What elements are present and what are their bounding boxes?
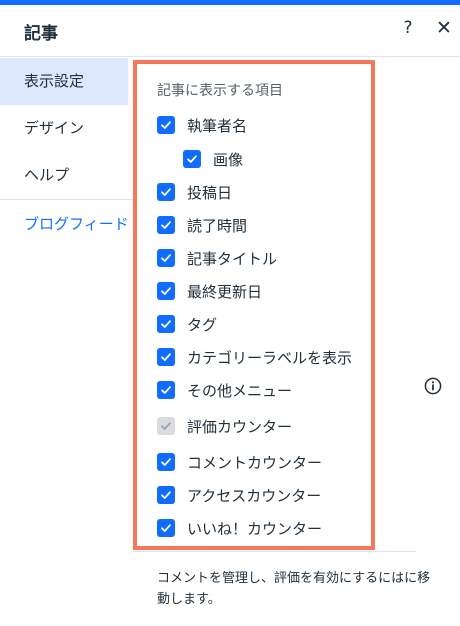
checkbox-checked[interactable] [157,486,175,504]
display-items-panel: 記事に表示する項目 執筆者名 画像 投稿日 読了時間 記事タイトル 最終更新日 … [133,60,375,550]
option-rating-counter: 評価カウンター [157,415,292,437]
option-label: タグ [187,315,218,334]
blog-feed-link[interactable]: ブログフィード [24,213,129,234]
close-button[interactable]: ✕ [434,17,454,41]
checkbox-checked[interactable] [157,183,175,201]
checkbox-checked[interactable] [157,348,175,366]
option-label: 執筆者名 [187,116,248,135]
option-label: カテゴリーラベルを表示 [187,348,353,367]
option-post-title[interactable]: 記事タイトル [157,247,277,269]
option-label: 画像 [213,150,244,169]
checkbox-checked[interactable] [183,150,201,168]
sidebar-item-design[interactable]: デザイン [0,105,128,152]
sidebar-item-help[interactable]: ヘルプ [0,152,128,199]
option-label: 投稿日 [187,183,233,202]
option-label: 記事タイトル [187,249,278,268]
option-last-updated[interactable]: 最終更新日 [157,280,262,302]
checkbox-checked[interactable] [157,315,175,333]
check-icon [161,188,171,196]
check-icon [161,458,171,466]
check-icon [161,422,171,430]
check-icon [161,386,171,394]
check-icon [161,221,171,229]
sidebar-item-display-settings[interactable]: 表示設定 [0,58,128,105]
checkbox-checked[interactable] [157,519,175,537]
option-label: 読了時間 [187,216,248,235]
option-more-menu[interactable]: その他メニュー [157,379,292,401]
sidebar-divider [0,199,135,200]
option-label: 評価カウンター [187,417,293,436]
footer-divider [133,551,416,552]
checkbox-checked[interactable] [157,249,175,267]
checkbox-checked[interactable] [157,453,175,471]
page-title: 記事 [24,24,58,44]
check-icon [161,353,171,361]
help-button[interactable]: ? [398,18,418,40]
option-reading-time[interactable]: 読了時間 [157,214,247,236]
checkbox-checked[interactable] [157,116,175,134]
option-publish-date[interactable]: 投稿日 [157,181,232,203]
option-comment-counter[interactable]: コメントカウンター [157,451,322,473]
checkbox-checked[interactable] [157,381,175,399]
footer-note: コメントを管理し、評価を有効にするにはに移動します。 [157,571,431,607]
option-label: いいね！カウンター [187,519,323,538]
checkbox-checked[interactable] [157,216,175,234]
checkbox-checked[interactable] [157,282,175,300]
option-image[interactable]: 画像 [183,148,243,170]
check-icon [187,155,197,163]
check-icon [161,121,171,129]
check-icon [161,320,171,328]
option-tags[interactable]: タグ [157,313,217,335]
section-heading: 記事に表示する項目 [157,83,283,99]
option-like-counter[interactable]: いいね！カウンター [157,517,322,539]
check-icon [161,254,171,262]
panel-header: 記事 ? ✕ [0,5,460,57]
option-label: コメントカウンター [187,453,323,472]
sidebar: 表示設定 デザイン ヘルプ [0,58,128,199]
check-icon [161,524,171,532]
check-icon [161,491,171,499]
checkbox-disabled [157,417,175,435]
info-icon[interactable] [424,377,442,395]
option-label: 最終更新日 [187,282,263,301]
option-label: アクセスカウンター [187,486,322,505]
option-category-label[interactable]: カテゴリーラベルを表示 [157,346,352,368]
check-icon [161,287,171,295]
option-view-counter[interactable]: アクセスカウンター [157,484,321,506]
option-author-name[interactable]: 執筆者名 [157,114,247,136]
option-label: その他メニュー [187,381,293,400]
